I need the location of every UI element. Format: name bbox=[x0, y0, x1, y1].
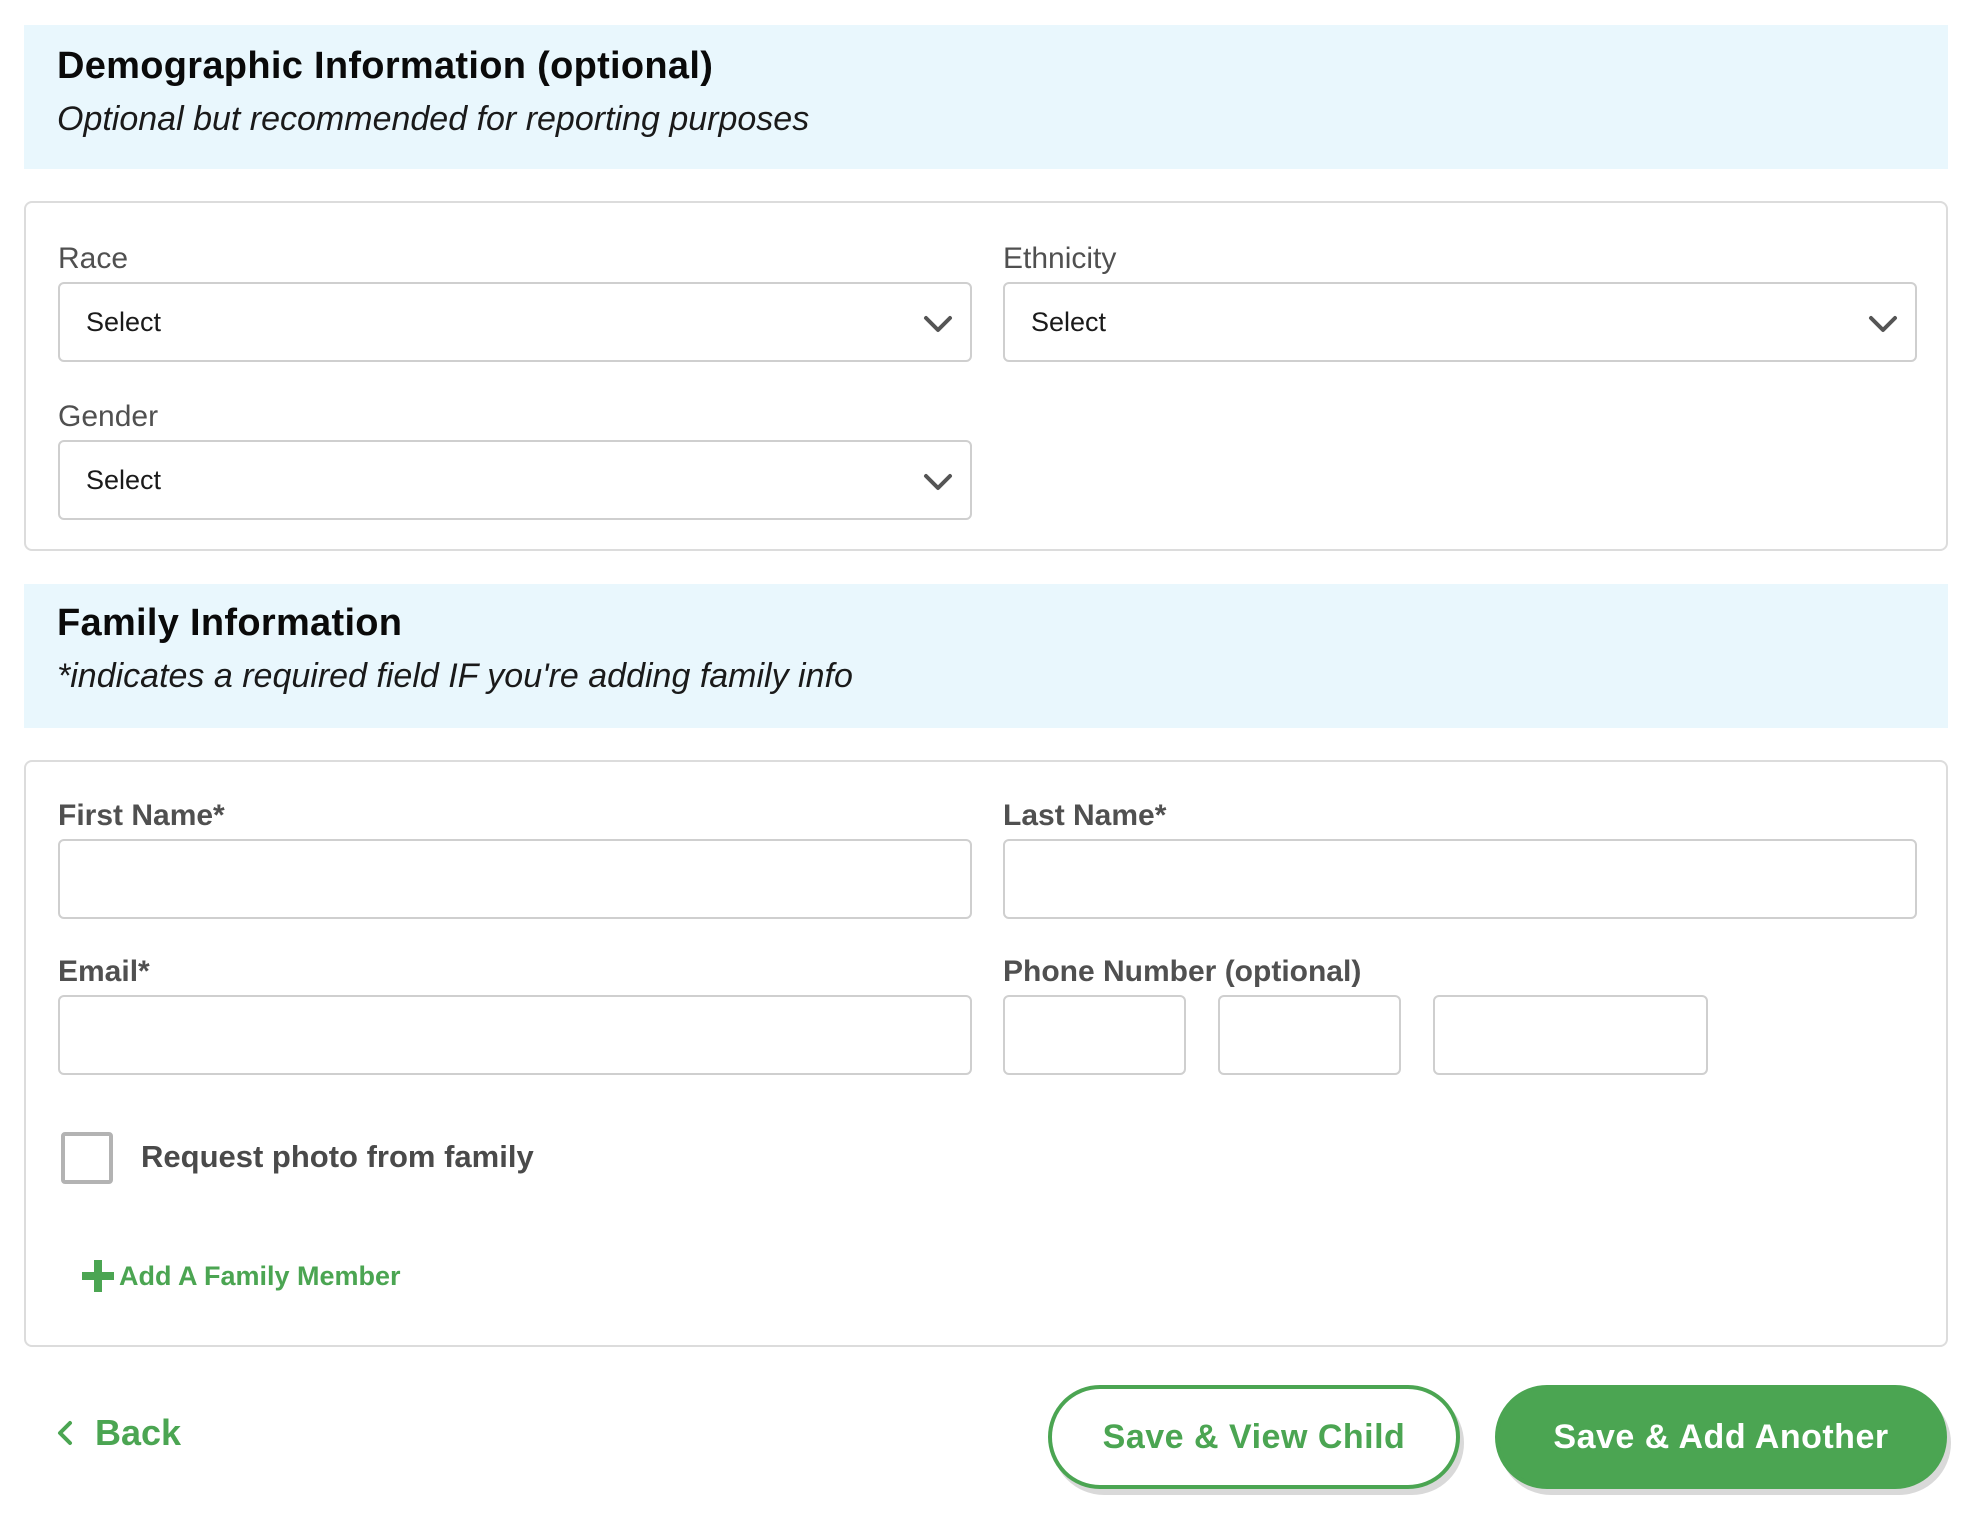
demographic-title: Demographic Information (optional) bbox=[57, 45, 714, 87]
demographic-header: Demographic Information (optional) Optio… bbox=[24, 25, 1948, 169]
request-photo-checkbox[interactable] bbox=[61, 1132, 113, 1184]
ethnicity-label: Ethnicity bbox=[1003, 242, 1117, 275]
demographic-subtitle: Optional but recommended for reporting p… bbox=[57, 100, 810, 138]
phone-field: Phone Number (optional) bbox=[1003, 952, 1361, 992]
save-add-another-button[interactable]: Save & Add Another bbox=[1495, 1385, 1947, 1489]
plus-icon bbox=[82, 1260, 114, 1292]
demographic-card: Race Select Ethnicity Select Gender Sele… bbox=[24, 201, 1948, 551]
first-name-input[interactable] bbox=[58, 839, 972, 919]
family-card: First Name* Last Name* Email* Phone Numb… bbox=[24, 760, 1948, 1347]
last-name-label: Last Name* bbox=[1003, 799, 1167, 832]
ethnicity-select-value: Select bbox=[1031, 306, 1107, 337]
email-field: Email* bbox=[58, 952, 150, 992]
phone-line-input[interactable] bbox=[1433, 995, 1708, 1075]
add-family-member-label: Add A Family Member bbox=[119, 1260, 401, 1291]
last-name-field: Last Name* bbox=[1003, 796, 1166, 836]
first-name-label: First Name* bbox=[58, 799, 225, 832]
phone-area-input[interactable] bbox=[1003, 995, 1186, 1075]
page: Demographic Information (optional) Optio… bbox=[0, 0, 1968, 1520]
family-title: Family Information bbox=[57, 602, 403, 644]
save-view-child-button[interactable]: Save & View Child bbox=[1048, 1385, 1460, 1489]
phone-label: Phone Number (optional) bbox=[1003, 955, 1362, 988]
race-field: Race bbox=[58, 239, 128, 279]
back-label: Back bbox=[95, 1412, 182, 1453]
family-subtitle: *indicates a required field IF you're ad… bbox=[57, 657, 853, 695]
chevron-down-icon bbox=[924, 474, 952, 490]
email-input[interactable] bbox=[58, 995, 972, 1075]
ethnicity-select[interactable]: Select bbox=[1003, 282, 1917, 362]
gender-select[interactable]: Select bbox=[58, 440, 972, 520]
chevron-down-icon bbox=[924, 316, 952, 332]
ethnicity-field: Ethnicity bbox=[1003, 239, 1116, 279]
gender-field: Gender bbox=[58, 397, 158, 437]
phone-prefix-input[interactable] bbox=[1218, 995, 1401, 1075]
race-select-value: Select bbox=[86, 306, 162, 337]
race-select[interactable]: Select bbox=[58, 282, 972, 362]
email-label: Email* bbox=[58, 955, 150, 988]
first-name-field: First Name* bbox=[58, 796, 225, 836]
add-family-member-link[interactable]: Add A Family Member bbox=[81, 1259, 401, 1293]
back-link[interactable]: Back bbox=[55, 1412, 181, 1454]
request-photo-label: Request photo from family bbox=[141, 1139, 534, 1174]
gender-label: Gender bbox=[58, 400, 159, 433]
family-header: Family Information *indicates a required… bbox=[24, 584, 1948, 728]
chevron-down-icon bbox=[1869, 316, 1897, 332]
race-label: Race bbox=[58, 242, 129, 275]
chevron-left-icon bbox=[58, 1421, 72, 1445]
last-name-input[interactable] bbox=[1003, 839, 1917, 919]
gender-select-value: Select bbox=[86, 464, 162, 495]
